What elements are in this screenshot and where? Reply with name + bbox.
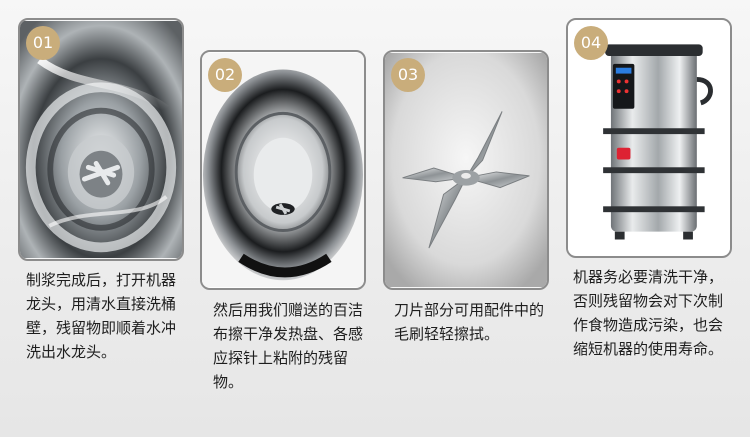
step-caption-2: 然后用我们赠送的百洁布擦干净发热盘、各感应探针上粘附的残留物。 bbox=[213, 301, 364, 391]
step-photo-3: 03 bbox=[383, 50, 549, 290]
step-number-badge-3: 03 bbox=[391, 58, 425, 92]
step-caption-1: 制浆完成后，打开机器龙头，用清水直接洗桶壁，残留物即顺着水冲洗出水龙头。 bbox=[26, 271, 177, 361]
step-photo-2: 02 bbox=[200, 50, 366, 290]
step-photo-4: 04 bbox=[566, 18, 732, 258]
step-number-badge-1: 01 bbox=[26, 26, 60, 60]
step-caption-4: 机器务必要清洗干净，否则残留物会对下次制作食物造成污染，也会缩短机器的使用寿命。 bbox=[573, 268, 724, 358]
step-number-badge-4: 04 bbox=[574, 26, 608, 60]
step-number-badge-2: 02 bbox=[208, 58, 242, 92]
step-caption-3: 刀片部分可用配件中的毛刷轻轻擦拭。 bbox=[394, 301, 545, 343]
step-photo-1: 01 bbox=[18, 18, 184, 261]
